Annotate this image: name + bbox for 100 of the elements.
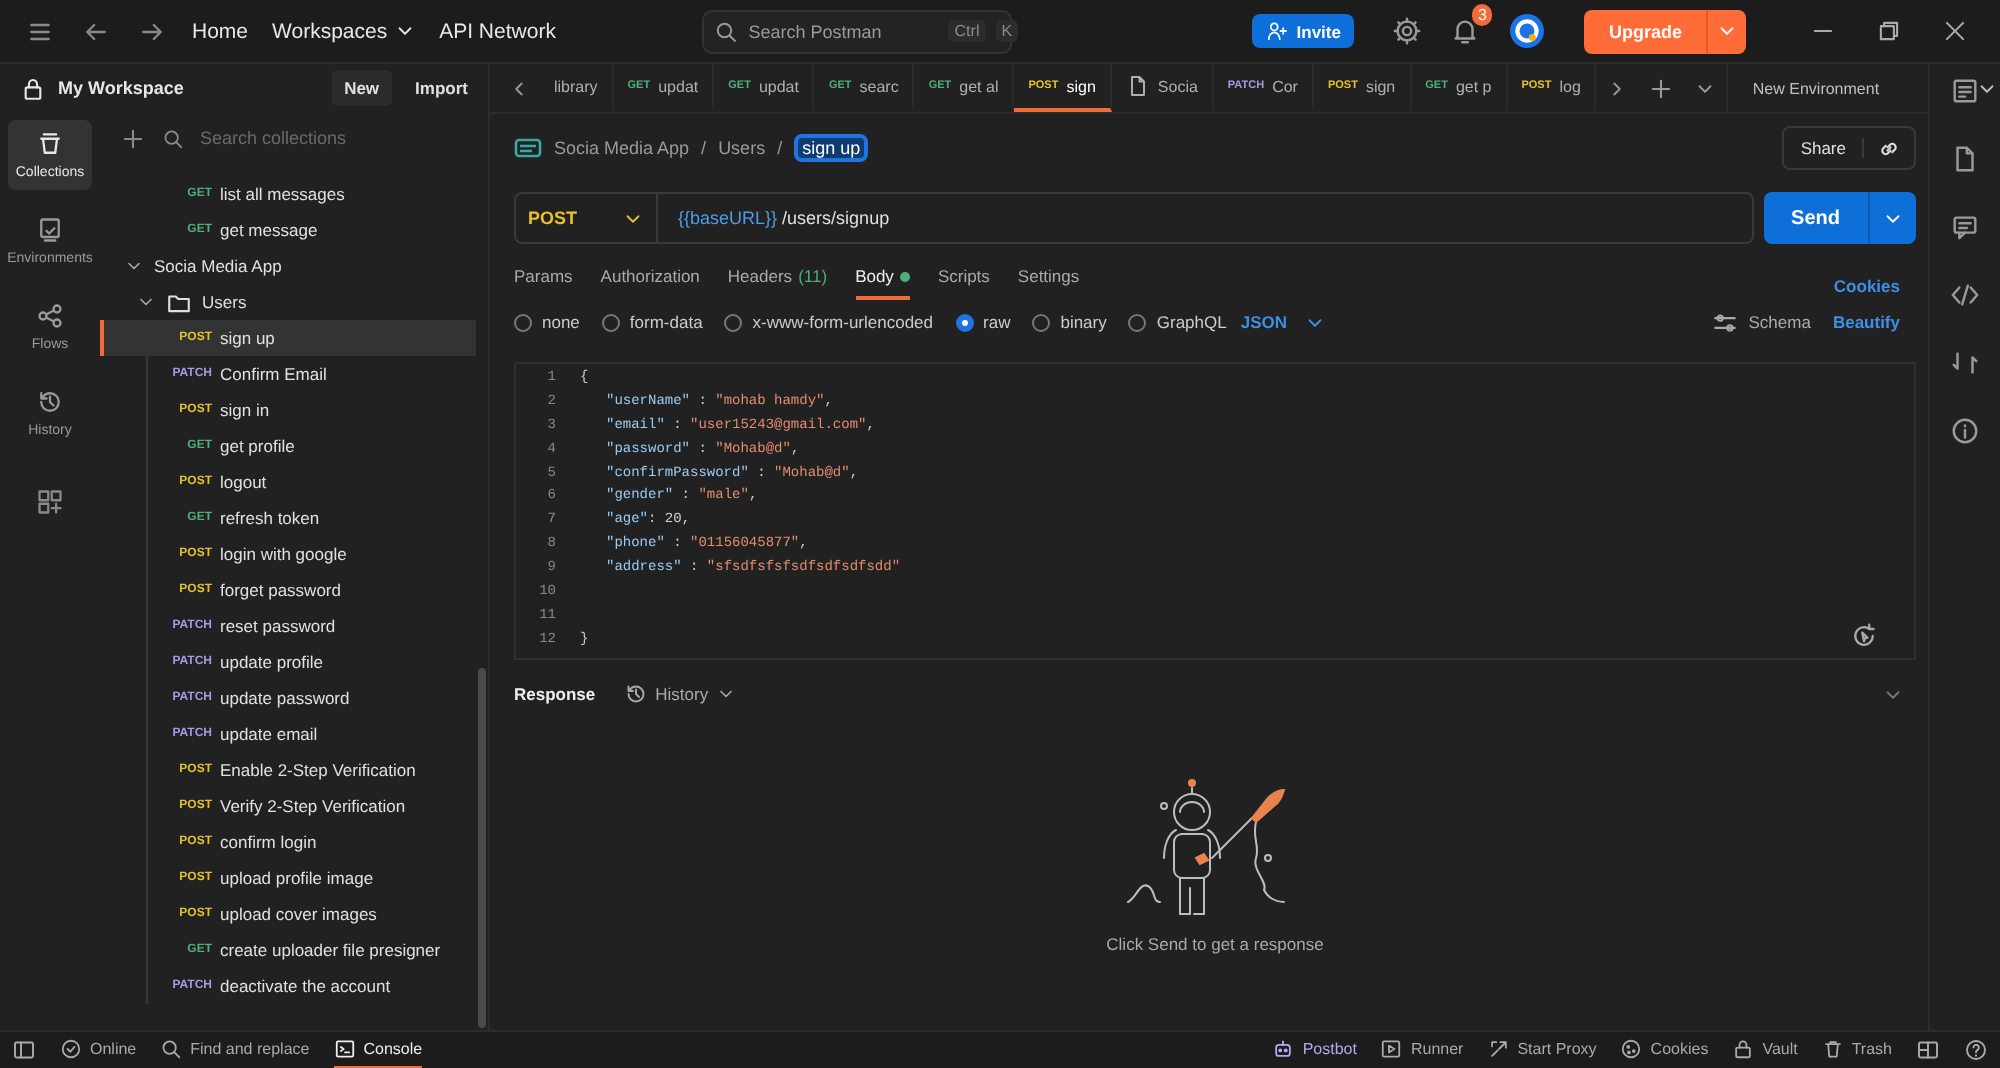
response-title: Response <box>514 684 596 704</box>
request-tab[interactable]: Params <box>514 266 573 300</box>
robot-icon <box>1272 1038 1295 1060</box>
plus-icon <box>1648 75 1675 101</box>
search-icon <box>160 1038 183 1060</box>
status-bar-item[interactable]: Postbot <box>1272 1032 1357 1068</box>
environment-select[interactable]: New Environment <box>1726 64 2000 112</box>
status-bar-item[interactable]: Console <box>333 1032 423 1068</box>
person-plus-icon <box>1266 20 1289 42</box>
send-button[interactable]: Send <box>1763 192 1916 244</box>
status-bar-item[interactable]: Runner <box>1380 1032 1464 1068</box>
status-bar-item[interactable]: Trash <box>1821 1032 1892 1068</box>
request-tab[interactable]: Body <box>855 266 910 300</box>
status-bar-item[interactable]: Start Proxy <box>1487 1032 1597 1068</box>
status-bar-item[interactable]: Find and replace <box>160 1032 310 1068</box>
radio-button[interactable] <box>514 313 532 331</box>
info-icon[interactable] <box>1950 416 1980 446</box>
body-type-option[interactable]: raw <box>955 312 1011 332</box>
history-icon <box>36 388 64 416</box>
format-select[interactable]: JSON <box>1240 311 1325 333</box>
body-type-option[interactable]: form-data <box>601 312 703 332</box>
notification-count: 3 <box>1472 4 1493 26</box>
restore-icon <box>1876 18 1902 44</box>
empty-message: Click Send to get a response <box>1106 934 1324 954</box>
terminal-icon <box>333 1038 356 1060</box>
nav-link[interactable]: Workspaces <box>260 19 428 43</box>
folder-icon <box>166 289 192 315</box>
lock-icon <box>20 75 46 101</box>
beautify-link[interactable]: Beautify <box>1832 312 1900 332</box>
radio-button[interactable] <box>1032 313 1051 331</box>
grid-plus-icon <box>36 488 64 516</box>
radio-button[interactable] <box>724 313 743 331</box>
search-field[interactable]: Search collections <box>200 128 440 148</box>
arrow-icon <box>1487 1038 1510 1060</box>
body-type-option[interactable]: none <box>514 312 580 332</box>
document-icon[interactable] <box>1950 144 1980 174</box>
sliders-icon <box>1712 309 1739 335</box>
code-icon[interactable] <box>1950 280 1980 310</box>
status-bar-item[interactable]: Online <box>60 1032 137 1068</box>
document-icon <box>1125 74 1150 98</box>
avatar-icon[interactable] <box>1510 14 1545 48</box>
arrows-icon[interactable] <box>1950 348 1980 378</box>
workspace-button[interactable]: Import <box>403 70 480 106</box>
history-icon <box>623 682 648 706</box>
breadcrumb-separator: / <box>777 138 783 158</box>
folder-item[interactable]: Users <box>100 284 476 320</box>
shortcut-key: Ctrl <box>948 20 986 42</box>
invite-button[interactable]: Invite <box>1252 14 1355 48</box>
radio-button[interactable] <box>601 313 620 331</box>
panels-icon[interactable] <box>1916 1038 1940 1062</box>
cookie-icon <box>1620 1038 1643 1060</box>
breadcrumb-link[interactable]: Socia Media App <box>554 138 690 158</box>
trash-icon <box>1821 1038 1844 1060</box>
search-input[interactable]: Search Postman <box>748 21 929 41</box>
check-circle-icon <box>60 1038 82 1060</box>
bell-icon <box>1450 16 1481 46</box>
search-icon <box>714 19 739 43</box>
request-tab[interactable]: Authorization <box>600 266 700 300</box>
cookies-link[interactable]: Cookies <box>1833 276 1900 300</box>
breadcrumb-link[interactable]: Users <box>718 138 766 158</box>
help-icon[interactable] <box>1964 1038 1988 1062</box>
status-bar-item[interactable]: Vault <box>1732 1032 1798 1068</box>
breadcrumb-separator: / <box>701 138 707 158</box>
history-dropdown[interactable]: History <box>623 682 737 706</box>
workspace-title: My Workspace <box>58 78 186 98</box>
body-type-option[interactable]: x-www-form-urlencoded <box>724 312 934 332</box>
search-bar[interactable]: Search Postman Ctrl K <box>702 9 1013 53</box>
configure-button[interactable] <box>36 488 64 516</box>
radio-button[interactable] <box>1128 313 1147 331</box>
search-icon <box>162 127 184 149</box>
sidebar-layout-icon[interactable] <box>12 1038 36 1062</box>
request-tab[interactable]: Scripts <box>937 266 990 300</box>
circular-arrow-icon[interactable] <box>1850 622 1878 650</box>
plus-icon[interactable] <box>120 125 146 151</box>
request-tab[interactable]: library <box>540 64 614 112</box>
workspace-button[interactable]: New <box>332 70 392 106</box>
play-icon <box>1380 1038 1403 1060</box>
status-bar-item[interactable]: Cookies <box>1620 1032 1709 1068</box>
gear-icon <box>1392 16 1423 46</box>
document-lines-icon[interactable] <box>1950 76 1980 106</box>
close-icon <box>1942 18 1968 44</box>
nav-link[interactable]: API Network <box>427 19 568 43</box>
body-type-option[interactable]: binary <box>1032 312 1107 332</box>
request-name-field[interactable]: sign up <box>794 134 869 162</box>
body-type-option[interactable]: GraphQL <box>1128 312 1227 332</box>
lock-icon <box>1732 1038 1755 1060</box>
request-tab[interactable]: Settings <box>1017 266 1080 300</box>
comment-icon[interactable] <box>1950 212 1980 242</box>
method-select[interactable]: POST <box>516 194 658 242</box>
request-tab[interactable]: Headers (11) <box>727 266 828 300</box>
collections-icon <box>36 130 64 158</box>
nav-link[interactable]: Home <box>180 19 261 43</box>
flows-icon <box>36 302 64 330</box>
request-tab[interactable]: Socia <box>1111 64 1214 112</box>
environments-icon <box>36 216 64 244</box>
schema-button[interactable]: Schema <box>1712 309 1811 335</box>
radio-button[interactable] <box>955 313 974 331</box>
collection-item[interactable]: Socia Media App <box>100 248 476 284</box>
shortcut-key: K <box>995 20 1019 42</box>
url-field[interactable]: {{baseURL}} /users/signup <box>658 208 890 228</box>
